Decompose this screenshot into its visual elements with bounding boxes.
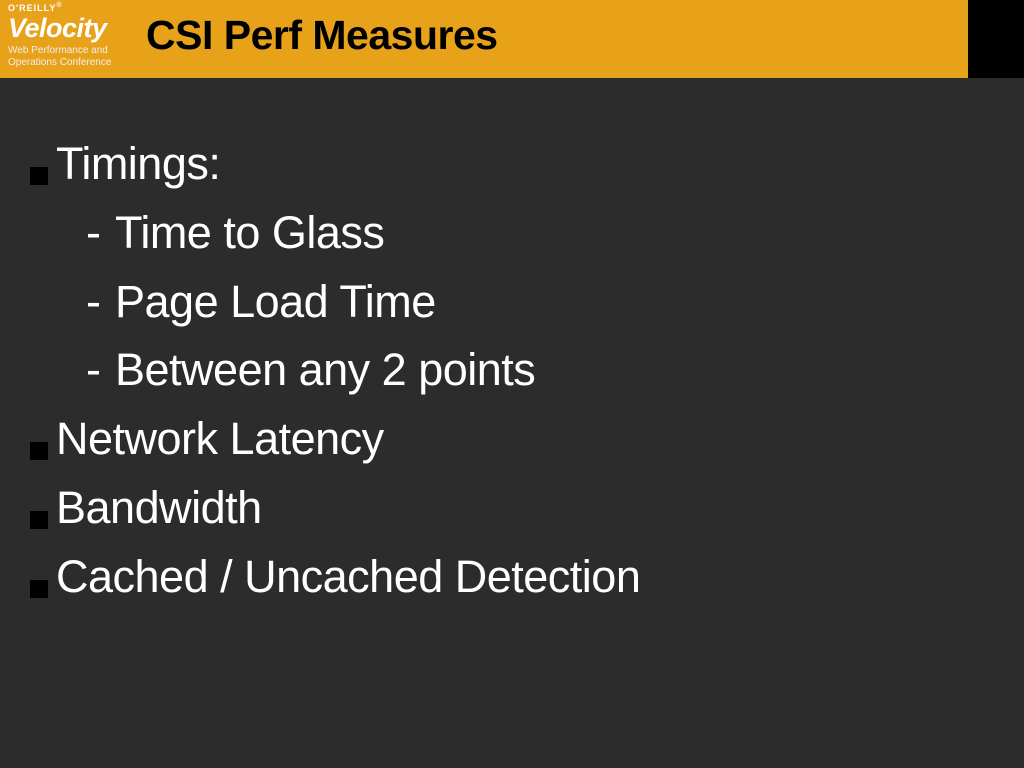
bullet-item: Bandwidth <box>30 478 994 539</box>
sub-bullet-item: - Time to Glass <box>86 203 994 264</box>
square-bullet-icon <box>30 442 48 460</box>
dash-bullet-icon: - <box>86 203 101 264</box>
slide-title: CSI Perf Measures <box>146 12 498 59</box>
sub-bullet-item: - Page Load Time <box>86 272 994 333</box>
publisher-label: O'REILLY® <box>8 2 138 13</box>
bullet-text: Network Latency <box>56 409 384 470</box>
bullet-text: Cached / Uncached Detection <box>56 547 640 608</box>
logo-block: O'REILLY® Velocity Web Performance and O… <box>8 2 138 69</box>
slide-header: O'REILLY® Velocity Web Performance and O… <box>0 0 1024 78</box>
bullet-item: Cached / Uncached Detection <box>30 547 994 608</box>
sub-bullet-text: Page Load Time <box>115 272 436 333</box>
bullet-item: Network Latency <box>30 409 994 470</box>
dash-bullet-icon: - <box>86 272 101 333</box>
square-bullet-icon <box>30 511 48 529</box>
bullet-text: Timings: <box>56 134 220 195</box>
dash-bullet-icon: - <box>86 340 101 401</box>
conference-logo: Velocity <box>8 15 138 42</box>
bullet-item: Timings: <box>30 134 994 195</box>
sub-bullet-text: Between any 2 points <box>115 340 535 401</box>
sub-bullet-text: Time to Glass <box>115 203 384 264</box>
square-bullet-icon <box>30 167 48 185</box>
header-black-edge <box>968 0 1024 78</box>
square-bullet-icon <box>30 580 48 598</box>
conference-tagline: Web Performance and Operations Conferenc… <box>8 45 138 69</box>
slide-content: Timings: - Time to Glass - Page Load Tim… <box>0 78 1024 607</box>
bullet-text: Bandwidth <box>56 478 262 539</box>
sub-bullet-item: - Between any 2 points <box>86 340 994 401</box>
